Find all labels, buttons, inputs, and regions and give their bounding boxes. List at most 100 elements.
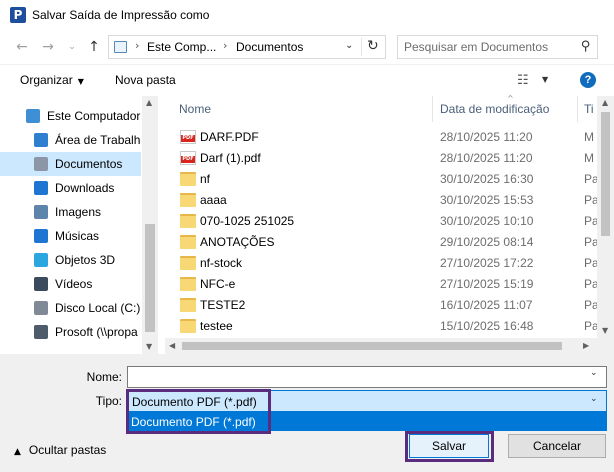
column-header-date[interactable]: Data de modificação: [440, 102, 549, 116]
file-date: 27/10/2025 15:19: [440, 277, 534, 291]
sidebar-item[interactable]: Área de Trabalho: [0, 128, 141, 152]
scroll-right-icon[interactable]: ▶: [583, 341, 589, 350]
cancel-button[interactable]: Cancelar: [508, 434, 606, 458]
file-date: 27/10/2025 17:22: [440, 256, 534, 270]
table-row[interactable]: PDF DARF.PDF 28/10/2025 11:20 M: [165, 127, 597, 148]
table-row[interactable]: ANOTAÇÕES 29/10/2025 08:14 Pa: [165, 232, 597, 253]
scroll-left-icon[interactable]: ◀: [169, 341, 175, 350]
file-horizontal-scrollbar[interactable]: ◀ ▶: [165, 338, 597, 354]
sidebar-item-label: Área de Trabalho: [55, 133, 141, 147]
folder-icon: [180, 277, 196, 291]
file-type-option-label: Documento PDF (*.pdf): [131, 415, 256, 429]
table-row[interactable]: PDF Darf (1).pdf 28/10/2025 11:20 M: [165, 148, 597, 169]
caret-down-icon[interactable]: ▼: [542, 75, 548, 84]
sidebar-item[interactable]: Vídeos: [0, 272, 141, 296]
up-arrow-icon[interactable]: ↑: [84, 37, 104, 57]
file-type: Pa: [584, 277, 597, 291]
scroll-down-icon[interactable]: ▼: [146, 342, 152, 351]
file-date: 30/10/2025 10:10: [440, 214, 534, 228]
column-header-name[interactable]: Nome: [179, 102, 211, 116]
file-date: 28/10/2025 11:20: [440, 151, 533, 165]
file-name: 070-1025 251025: [200, 214, 295, 228]
table-row[interactable]: testee 15/10/2025 16:48 Pa: [165, 316, 597, 337]
forward-arrow-icon[interactable]: →: [38, 37, 58, 57]
folder-icon: [180, 256, 196, 270]
table-row[interactable]: TESTE2 16/10/2025 11:07 Pa: [165, 295, 597, 316]
scrollbar-corner: [597, 338, 614, 354]
folder-icon: [180, 193, 196, 207]
file-type: Pa: [584, 319, 597, 333]
sidebar-item[interactable]: Este Computador: [0, 104, 141, 128]
file-type-select[interactable]: Documento PDF (*.pdf) ⌄: [127, 390, 607, 412]
chevron-down-icon[interactable]: ⌄: [590, 394, 598, 404]
table-row[interactable]: nf-stock 27/10/2025 17:22 Pa: [165, 253, 597, 274]
table-row[interactable]: aaaa 30/10/2025 15:53 Pa: [165, 190, 597, 211]
drive-icon: [34, 301, 48, 315]
view-options-icon[interactable]: ☷: [517, 73, 529, 88]
file-type: Pa: [584, 298, 597, 312]
caret-up-icon: ▲: [14, 447, 21, 457]
file-vscroll-thumb[interactable]: [601, 112, 610, 236]
search-icon[interactable]: ⚲: [581, 39, 591, 54]
breadcrumb-este-computador[interactable]: Este Comp...: [147, 40, 216, 54]
sidebar-item[interactable]: Músicas: [0, 224, 141, 248]
scroll-up-icon[interactable]: ▲: [602, 98, 608, 107]
file-name-input[interactable]: [127, 366, 607, 388]
table-row[interactable]: nf 30/10/2025 16:30 Pa: [165, 169, 597, 190]
sidebar-item-label: Imagens: [55, 205, 102, 219]
nav-scrollbar[interactable]: ▲ ▼: [142, 96, 158, 354]
back-arrow-icon[interactable]: ←: [12, 37, 32, 57]
scroll-down-icon[interactable]: ▼: [602, 326, 608, 335]
refresh-icon[interactable]: ↻: [367, 38, 379, 54]
type-label: Tipo:: [95, 394, 122, 408]
sidebar-item[interactable]: Prosoft (\\propa: [0, 320, 141, 344]
new-folder-button[interactable]: Nova pasta: [115, 73, 176, 87]
chevron-down-icon[interactable]: ⌄: [590, 368, 598, 378]
save-button[interactable]: Salvar: [409, 434, 489, 458]
file-date: 15/10/2025 16:48: [440, 319, 534, 333]
search-box[interactable]: ⚲: [397, 35, 598, 59]
3d-objects-icon: [34, 253, 48, 267]
breadcrumb-separator-icon[interactable]: ›: [135, 39, 139, 52]
column-header-type[interactable]: Ti: [584, 102, 594, 116]
table-row[interactable]: 070-1025 251025 30/10/2025 10:10 Pa: [165, 211, 597, 232]
nav-scroll-thumb[interactable]: [145, 224, 155, 332]
organize-button[interactable]: Organizar ▼: [20, 73, 84, 87]
breadcrumb-documentos[interactable]: Documentos: [236, 40, 303, 54]
address-bar[interactable]: › Este Comp... › Documentos ⌄ ↻: [108, 35, 386, 59]
sidebar-item[interactable]: Objetos 3D: [0, 248, 141, 272]
computer-icon: [114, 41, 127, 53]
folder-icon: [180, 298, 196, 312]
breadcrumb-separator-icon[interactable]: ›: [223, 39, 227, 52]
sidebar-item-label: Disco Local (C:): [55, 301, 141, 315]
file-name: NFC-e: [200, 277, 236, 291]
pictures-icon: [34, 205, 48, 219]
scroll-up-icon[interactable]: ▲: [146, 98, 152, 107]
sidebar-item-label: Músicas: [55, 229, 100, 243]
file-type-option[interactable]: Documento PDF (*.pdf): [127, 412, 607, 431]
table-row[interactable]: NFC-e 27/10/2025 15:19 Pa: [165, 274, 597, 295]
column-separator[interactable]: [432, 96, 433, 122]
app-icon: P: [10, 7, 26, 23]
sidebar-item[interactable]: Downloads: [0, 176, 141, 200]
file-hscroll-thumb[interactable]: [182, 342, 562, 350]
folder-icon: [180, 235, 196, 249]
network-drive-icon: [34, 325, 48, 339]
recent-locations-chevron-icon[interactable]: ⌄: [62, 37, 82, 57]
file-vertical-scrollbar[interactable]: ▲ ▼: [597, 96, 614, 338]
sidebar-item-label: Vídeos: [55, 277, 93, 291]
sidebar-item[interactable]: Imagens: [0, 200, 141, 224]
help-icon[interactable]: ?: [580, 72, 596, 88]
save-form: Nome: ⌄ Tipo: Documento PDF (*.pdf) ⌄ Do…: [0, 354, 614, 472]
address-dropdown-icon[interactable]: ⌄: [345, 40, 353, 51]
sidebar-item[interactable]: Documentos: [0, 152, 141, 176]
file-name: TESTE2: [200, 298, 246, 312]
sidebar-item[interactable]: Disco Local (C:): [0, 296, 141, 320]
file-list-pane: ^ Nome Data de modificação Ti PDF DARF.PD…: [165, 94, 614, 354]
column-separator[interactable]: [577, 96, 578, 122]
hide-folders-toggle[interactable]: ▲ Ocultar pastas: [14, 443, 106, 457]
file-date: 16/10/2025 11:07: [440, 298, 533, 312]
documents-icon: [34, 157, 48, 171]
search-input[interactable]: [404, 39, 574, 55]
file-date: 28/10/2025 11:20: [440, 130, 533, 144]
